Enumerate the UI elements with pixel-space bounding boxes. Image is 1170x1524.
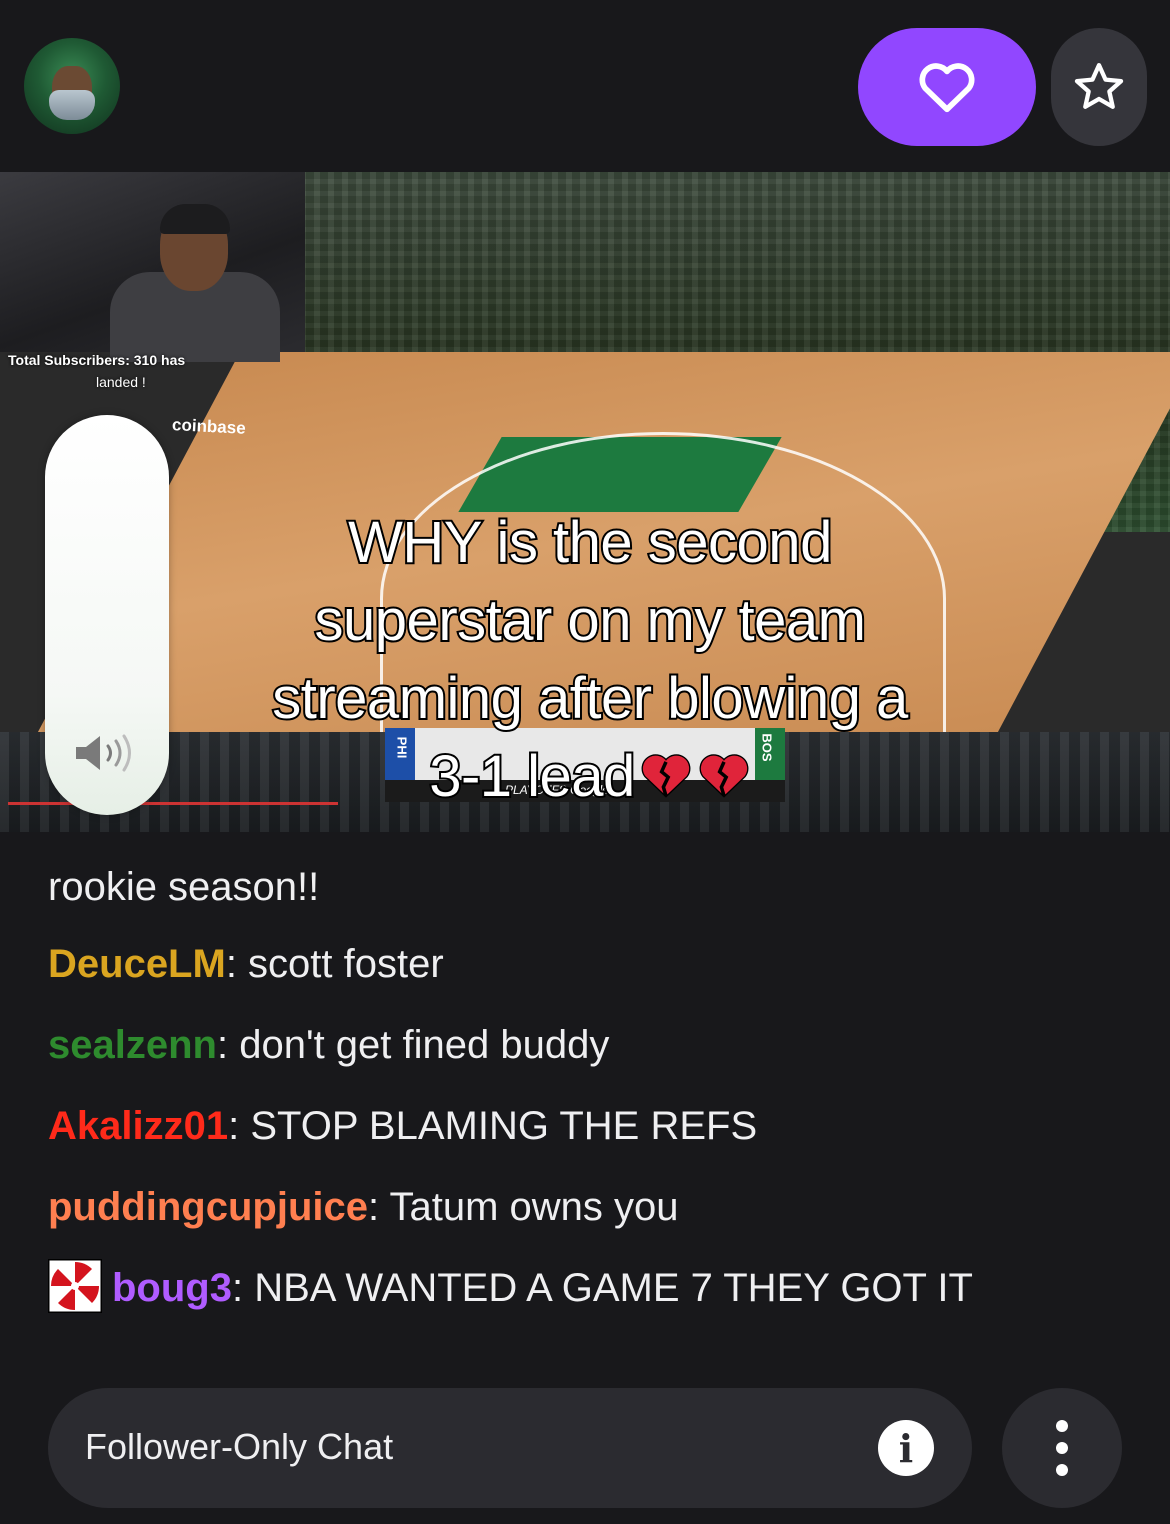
chat-username[interactable]: Akalizz01	[48, 1104, 228, 1148]
chat-separator: :	[231, 1266, 255, 1310]
star-icon	[1074, 63, 1124, 109]
chat-separator: :	[228, 1104, 251, 1148]
chat-input[interactable]: Follower-Only Chat i	[48, 1388, 972, 1508]
video-player[interactable]: Total Subscribers: 310 has landed ! coin…	[0, 172, 1170, 832]
broken-heart-icon	[641, 753, 691, 798]
chat-message-text: STOP BLAMING THE REFS	[250, 1104, 758, 1148]
chat-separator: :	[225, 942, 249, 986]
channel-avatar[interactable]	[24, 38, 120, 134]
chat-message: Akalizz01: STOP BLAMING THE REFS	[48, 1101, 757, 1151]
info-button[interactable]: i	[878, 1420, 934, 1476]
caption-line-last: 3-1 lead	[200, 738, 980, 816]
follow-button[interactable]	[858, 28, 1036, 146]
speaker-icon	[76, 734, 131, 772]
chat-message-text: don't get fined buddy	[239, 1023, 610, 1067]
chat-username[interactable]: sealzenn	[48, 1023, 217, 1067]
avatar-mask	[49, 90, 95, 120]
streamer-webcam	[0, 172, 305, 362]
chat-separator: :	[216, 1023, 240, 1067]
chat-username[interactable]: puddingcupjuice	[48, 1185, 368, 1229]
umbrella-badge-icon[interactable]	[48, 1259, 102, 1314]
chat-message-text: Tatum owns you	[389, 1185, 679, 1229]
caption-line: WHY is the second	[346, 508, 834, 577]
chat-separator: :	[367, 1185, 390, 1229]
more-options-button[interactable]	[1002, 1388, 1122, 1508]
caption-line-text: 3-1 lead	[427, 742, 637, 811]
chat-username[interactable]: DeuceLM	[48, 942, 226, 986]
caption-line: streaming after blowing a	[270, 664, 910, 733]
chat-message: sealzenn: don't get fined buddy	[48, 1020, 609, 1070]
chat-message-text: scott foster	[248, 942, 444, 986]
heart-icon	[919, 63, 975, 113]
favorite-button[interactable]	[1051, 28, 1147, 146]
chat-message: rookie season!!	[48, 862, 319, 912]
chat-input-placeholder: Follower-Only Chat	[85, 1426, 394, 1467]
chat-list: rookie season!! DeuceLM: scott foster se…	[0, 832, 1170, 1372]
subscriber-landed-text: landed !	[96, 374, 146, 390]
broken-heart-icon	[699, 753, 749, 798]
header	[0, 0, 1170, 172]
caption-line: superstar on my team	[313, 586, 868, 655]
streamer-beanie	[160, 204, 230, 234]
volume-slider[interactable]	[45, 415, 169, 815]
chat-username[interactable]: boug3	[112, 1266, 232, 1310]
subscriber-alert: Total Subscribers: 310 has landed !	[8, 352, 208, 390]
chat-message: puddingcupjuice: Tatum owns you	[48, 1182, 679, 1232]
subscriber-count-text: Total Subscribers: 310	[8, 352, 158, 368]
chat-message-text: NBA WANTED A GAME 7 THEY GOT IT	[254, 1266, 973, 1310]
sponsor-text: coinbase	[171, 415, 247, 438]
more-vertical-icon	[1056, 1420, 1068, 1476]
video-caption: WHY is the second superstar on my team s…	[200, 504, 980, 816]
chat-message-text: rookie season!!	[48, 865, 320, 909]
chat-message: DeuceLM: scott foster	[48, 939, 444, 989]
chat-message: boug3: NBA WANTED A GAME 7 THEY GOT IT	[48, 1259, 973, 1317]
subscriber-has-text: has	[161, 352, 186, 368]
